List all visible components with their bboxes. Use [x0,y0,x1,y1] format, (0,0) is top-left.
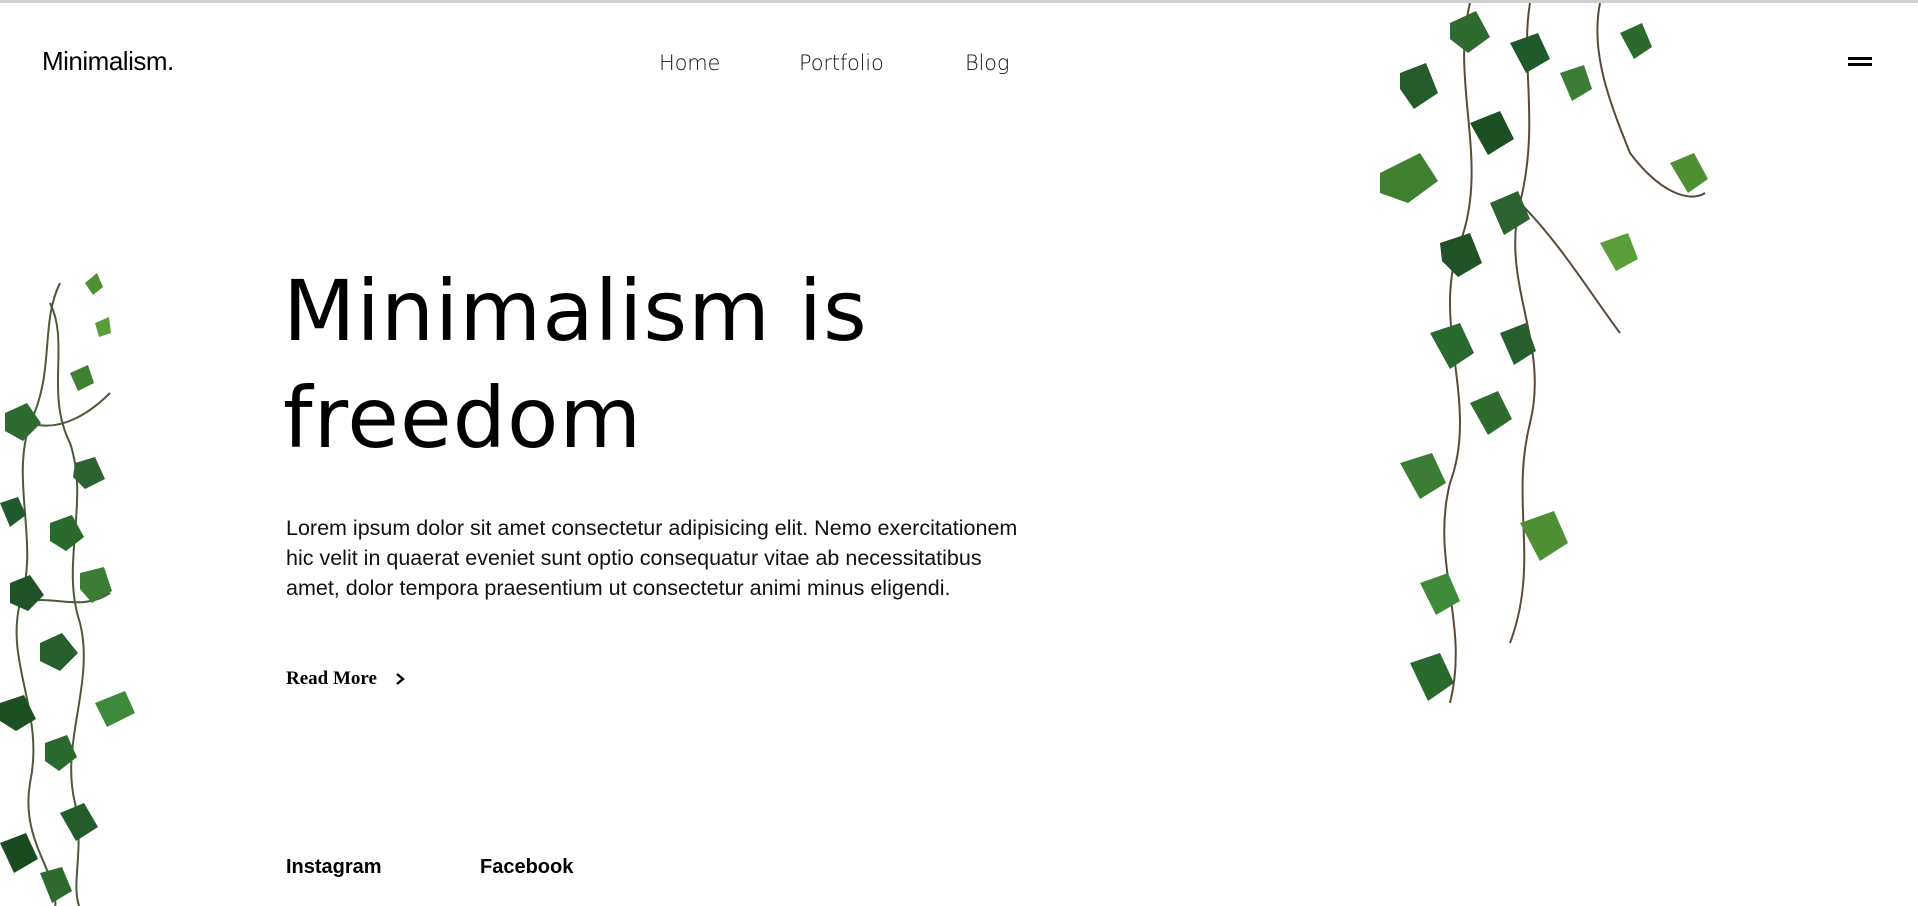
facebook-link[interactable]: Facebook [480,856,573,879]
read-more-link[interactable]: Read More [286,668,407,690]
menu-line [1848,63,1872,66]
menu-line [1848,57,1872,60]
hero-description-line: amet, dolor tempora praesentium ut conse… [286,576,951,600]
hero-description: Lorem ipsum dolor sit amet consectetur a… [286,513,1116,603]
hero-title-line: freedom [283,369,643,467]
page: Minimalism. Home Portfolio Blog Minimali… [0,0,1918,906]
chevron-right-icon [396,673,405,685]
nav-link-home[interactable]: Home [659,51,720,75]
main-nav: Home Portfolio Blog [0,51,1918,81]
nav-link-blog[interactable]: Blog [965,51,1009,75]
read-more-label: Read More [286,668,377,689]
instagram-link[interactable]: Instagram [286,856,382,879]
hero-title-line: Minimalism is [283,262,868,360]
hero-description-line: hic velit in quaerat eveniet sunt optio … [286,546,982,570]
hero-description-line: Lorem ipsum dolor sit amet consectetur a… [286,516,1018,540]
ivy-vine-right-image [1380,3,1708,704]
ivy-vine-left-image [0,273,135,906]
hamburger-menu-icon[interactable] [1848,55,1874,69]
hero-title: Minimalism is freedom [283,258,983,472]
nav-link-portfolio[interactable]: Portfolio [799,51,884,75]
